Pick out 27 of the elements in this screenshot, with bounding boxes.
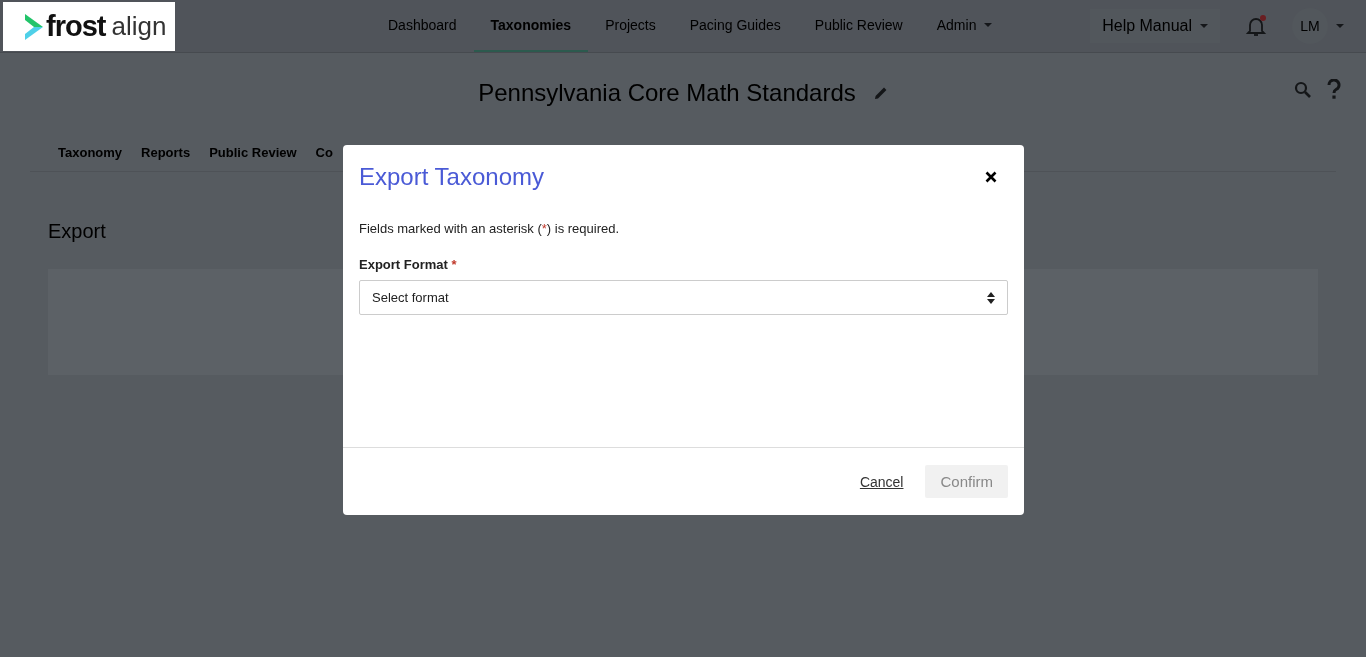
sort-arrows-icon — [987, 291, 995, 304]
page-title: Pennsylvania Core Math Standards — [478, 79, 856, 107]
help-question-icon[interactable] — [1326, 79, 1342, 101]
nav-tab[interactable]: Admin — [919, 0, 1010, 52]
section-tab[interactable]: Taxonomy — [58, 144, 123, 160]
nav-tab[interactable]: Public Review — [797, 0, 920, 52]
section-heading: Export — [48, 220, 106, 243]
field-label: Export Format * — [359, 257, 458, 272]
edit-pencil-icon[interactable] — [873, 86, 888, 100]
notification-bell-icon[interactable] — [1244, 14, 1268, 38]
close-icon[interactable] — [985, 171, 997, 183]
nav-tab[interactable]: Projects — [588, 0, 673, 52]
logo[interactable]: frost align — [3, 2, 175, 51]
nav-tab[interactable]: Dashboard — [371, 0, 474, 52]
required-fields-note: Fields marked with an asterisk (*) is required. — [359, 221, 621, 236]
chevron-logo-icon — [23, 11, 45, 42]
dialog-title: Export Taxonomy — [359, 163, 544, 191]
section-tab[interactable]: Co — [315, 144, 333, 160]
logo-brand-text: frost — [46, 10, 106, 43]
cancel-link[interactable]: Cancel — [859, 473, 904, 490]
nav-tab[interactable]: Pacing Guides — [672, 0, 798, 52]
logo-product-text: align — [111, 11, 167, 42]
section-tab[interactable]: Reports — [141, 144, 191, 160]
section-tab[interactable]: Public Review — [209, 144, 297, 160]
search-icon[interactable] — [1294, 81, 1312, 99]
nav-tab[interactable]: Taxonomies — [473, 0, 589, 52]
format-select[interactable]: Select format — [359, 280, 1008, 315]
